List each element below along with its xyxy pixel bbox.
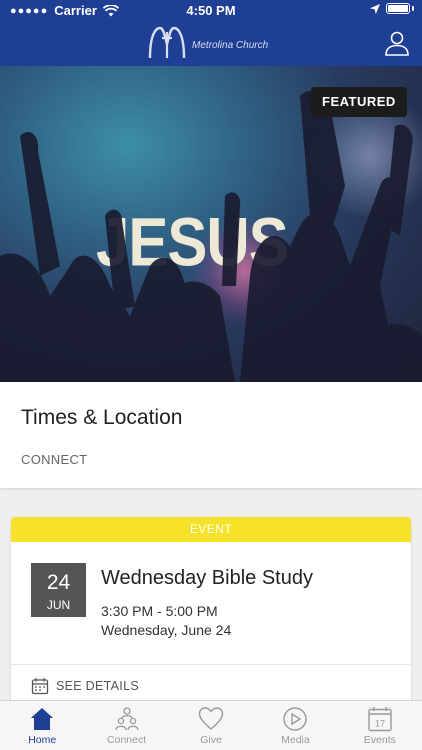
event-band: EVENT <box>11 517 411 542</box>
nav-bar: Metrolina Church <box>0 22 422 66</box>
featured-badge: FEATURED <box>311 87 407 117</box>
calendar-icon-number: 17 <box>375 719 385 729</box>
tab-give[interactable]: Give <box>169 701 253 750</box>
tab-home[interactable]: Home <box>0 701 84 750</box>
divider <box>11 664 411 665</box>
tab-label: Give <box>200 734 222 746</box>
event-title: Wednesday Bible Study <box>101 567 313 589</box>
tab-connect[interactable]: Connect <box>84 701 168 750</box>
tab-label: Connect <box>107 734 147 746</box>
battery-tip <box>412 6 414 11</box>
times-location-title: Times & Location <box>21 406 183 429</box>
profile-icon[interactable] <box>384 30 410 56</box>
battery-icon <box>386 3 410 14</box>
event-date-badge: 24 JUN <box>31 563 86 617</box>
tab-label: Home <box>28 734 57 746</box>
tab-bar: Home Connect Give Media 17 Events <box>0 700 422 750</box>
people-icon <box>114 707 139 731</box>
tab-events[interactable]: 17 Events <box>338 701 422 750</box>
calendar-icon: 17 <box>368 707 392 732</box>
church-logo-icon <box>148 26 186 59</box>
heart-icon <box>198 707 224 730</box>
tab-label: Events <box>363 734 396 746</box>
event-date: Wednesday, June 24 <box>101 622 232 638</box>
times-location-category: CONNECT <box>21 452 88 467</box>
see-details-link[interactable]: SEE DETAILS <box>31 677 139 695</box>
brand-logo[interactable]: Metrolina Church <box>146 24 268 60</box>
tab-media[interactable]: Media <box>253 701 337 750</box>
home-icon <box>31 708 54 730</box>
location-arrow-icon <box>370 3 380 14</box>
tab-label: Media <box>281 734 310 746</box>
event-day: 24 <box>46 571 71 594</box>
play-icon <box>283 707 308 731</box>
event-card[interactable]: EVENT 24 JUN Wednesday Bible Study 3:30 … <box>11 517 411 717</box>
see-details-label: SEE DETAILS <box>56 679 139 693</box>
calendar-icon <box>31 678 49 695</box>
times-location-card[interactable]: Times & Location CONNECT <box>0 382 422 488</box>
top-bar: ●●●●● Carrier 4:50 PM Metrolina Church <box>0 0 422 66</box>
event-month: JUN <box>46 598 71 612</box>
event-time-range: 3:30 PM - 5:00 PM <box>101 603 218 619</box>
brand-name: Metrolina Church <box>192 39 269 51</box>
status-bar: ●●●●● Carrier 4:50 PM <box>0 0 422 22</box>
clock: 4:50 PM <box>186 3 236 18</box>
featured-hero-image[interactable]: JESUS FEATURED <box>0 66 422 382</box>
